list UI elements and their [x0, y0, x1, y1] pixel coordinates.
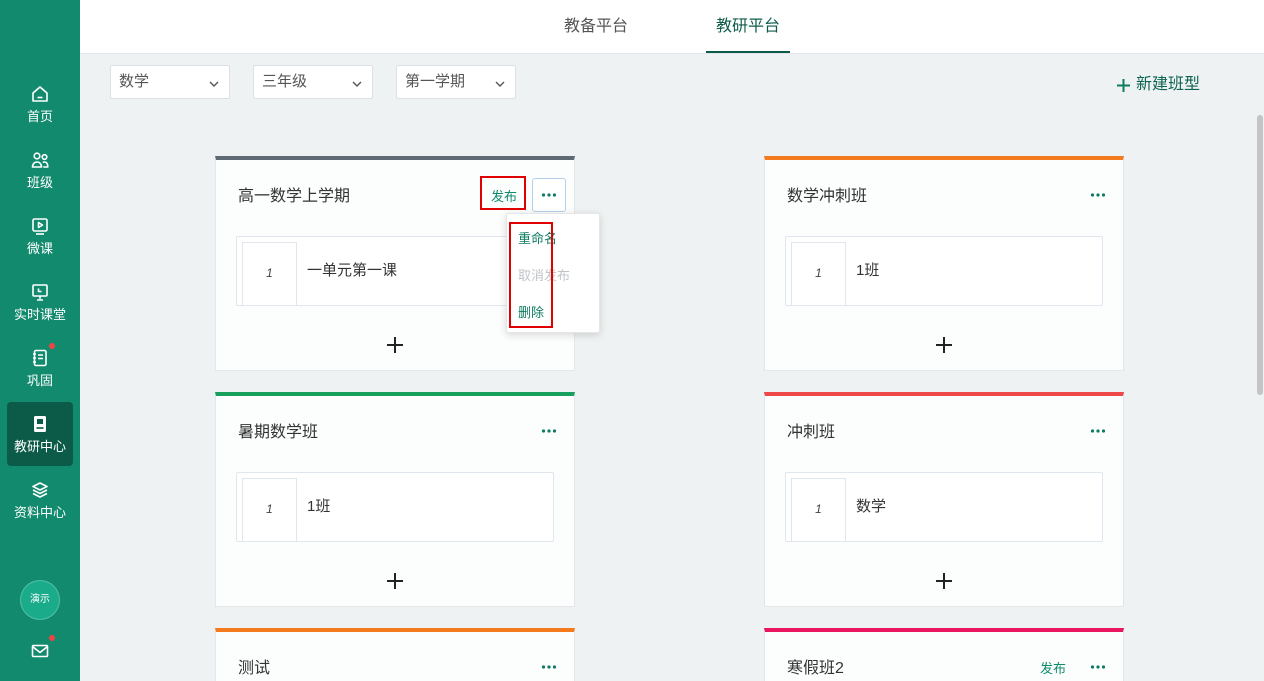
menu-item-rename[interactable]: 重命名 [507, 220, 599, 257]
card-more-menu: 重命名 取消发布 删除 [506, 213, 600, 333]
menu-item-unpublish: 取消发布 [518, 268, 571, 283]
card-title: 寒假班2 [787, 660, 844, 677]
sidebar-item-label: 微课 [26, 241, 53, 256]
play-icon [30, 216, 50, 236]
card-title: 测试 [238, 660, 271, 677]
sidebar-item-research-center[interactable]: 教研中心 [7, 402, 73, 466]
chevron-down-icon [208, 77, 220, 89]
select-value: 第一学期 [405, 73, 466, 90]
more-icon [1090, 665, 1106, 669]
card-title: 高一数学上学期 [238, 188, 351, 205]
main-content: 数学 三年级 第一学期 新建班型 高一数学上学期 发布 1 一单元第一课 数学冲… [80, 54, 1264, 681]
chevron-down-icon [351, 77, 363, 89]
more-button[interactable] [532, 178, 566, 212]
add-lesson-button[interactable] [384, 334, 406, 356]
menu-item-delete[interactable]: 删除 [507, 294, 599, 331]
plus-icon [384, 572, 406, 590]
sidebar-item-classes[interactable]: 班级 [7, 138, 73, 202]
lesson-index: 1 [242, 478, 297, 541]
mail-button[interactable] [30, 641, 50, 661]
class-type-card: 数学冲刺班 1 1班 [764, 156, 1124, 371]
term-select[interactable]: 第一学期 [396, 65, 516, 99]
avatar-label: 演示 [30, 594, 50, 605]
user-avatar[interactable]: 演示 [20, 580, 60, 620]
sidebar-item-label: 资料中心 [13, 505, 66, 520]
more-icon [541, 193, 557, 197]
more-button[interactable] [1081, 178, 1115, 212]
more-icon [541, 429, 557, 433]
sidebar-item-live-class[interactable]: 实时课堂 [7, 270, 73, 334]
sidebar-item-resource-center[interactable]: 资料中心 [7, 468, 73, 532]
subject-select[interactable]: 数学 [110, 65, 230, 99]
sidebar-item-label: 班级 [26, 175, 53, 190]
sidebar: 首页 班级 微课 实时课堂 巩固 教研中心 资料中心 演示 [0, 0, 80, 681]
notebook-icon [30, 348, 50, 368]
lesson-index: 1 [791, 478, 846, 541]
tab-label: 教备平台 [563, 18, 628, 35]
class-type-card: 暑期数学班 1 1班 [215, 392, 575, 607]
more-button[interactable] [1081, 650, 1115, 681]
grade-select[interactable]: 三年级 [253, 65, 373, 99]
more-icon [541, 665, 557, 669]
tab-research-platform[interactable]: 教研平台 [706, 0, 790, 53]
lesson-name: 1班 [307, 498, 331, 515]
tab-label: 教研平台 [715, 18, 780, 35]
lesson-index: 1 [791, 242, 846, 305]
sidebar-item-practice[interactable]: 巩固 [7, 336, 73, 400]
sidebar-item-micro-lessons[interactable]: 微课 [7, 204, 73, 268]
lesson-name: 数学 [856, 498, 887, 515]
users-icon [30, 150, 50, 170]
add-lesson-button[interactable] [933, 570, 955, 592]
top-bar: 教备平台 教研平台 [80, 0, 1264, 54]
add-lesson-button[interactable] [384, 570, 406, 592]
more-button[interactable] [532, 650, 566, 681]
more-icon [1090, 193, 1106, 197]
plus-icon [1116, 78, 1131, 93]
sidebar-item-home[interactable]: 首页 [7, 72, 73, 136]
add-lesson-button[interactable] [933, 334, 955, 356]
select-value: 数学 [119, 73, 150, 90]
home-icon [30, 84, 50, 104]
card-title: 冲刺班 [787, 424, 836, 441]
chevron-down-icon [494, 77, 506, 89]
notification-badge [49, 635, 55, 641]
lesson-name: 1班 [856, 262, 880, 279]
sidebar-item-label: 巩固 [26, 373, 53, 388]
lesson-item[interactable]: 1 1班 [236, 472, 554, 542]
class-type-card: 测试 [215, 628, 575, 681]
book-icon [30, 414, 50, 434]
more-button[interactable] [532, 414, 566, 448]
select-value: 三年级 [262, 73, 308, 90]
layers-icon [30, 480, 50, 500]
plus-icon [384, 336, 406, 354]
plus-icon [933, 572, 955, 590]
new-class-type-button[interactable]: 新建班型 [1116, 75, 1200, 95]
lesson-name: 一单元第一课 [307, 262, 398, 279]
lesson-index: 1 [242, 242, 297, 305]
tab-lesson-prep-platform[interactable]: 教备平台 [554, 0, 638, 53]
lesson-item[interactable]: 1 数学 [785, 472, 1103, 542]
notification-badge [49, 343, 55, 349]
mail-icon [30, 641, 50, 666]
sidebar-item-label: 实时课堂 [13, 307, 66, 322]
scrollbar-thumb[interactable] [1257, 115, 1263, 395]
plus-icon [933, 336, 955, 354]
sidebar-item-label: 首页 [26, 109, 53, 124]
card-title: 暑期数学班 [238, 424, 319, 441]
class-type-card: 冲刺班 1 数学 [764, 392, 1124, 607]
lesson-item[interactable]: 1 1班 [785, 236, 1103, 306]
more-icon [1090, 429, 1106, 433]
class-type-card: 寒假班2 发布 [764, 628, 1124, 681]
publish-button[interactable]: 发布 [1038, 659, 1068, 679]
new-class-type-label: 新建班型 [1136, 76, 1201, 93]
presentation-icon [30, 282, 50, 302]
publish-button[interactable]: 发布 [489, 187, 519, 207]
sidebar-item-label: 教研中心 [13, 439, 66, 454]
card-title: 数学冲刺班 [787, 188, 868, 205]
more-button[interactable] [1081, 414, 1115, 448]
